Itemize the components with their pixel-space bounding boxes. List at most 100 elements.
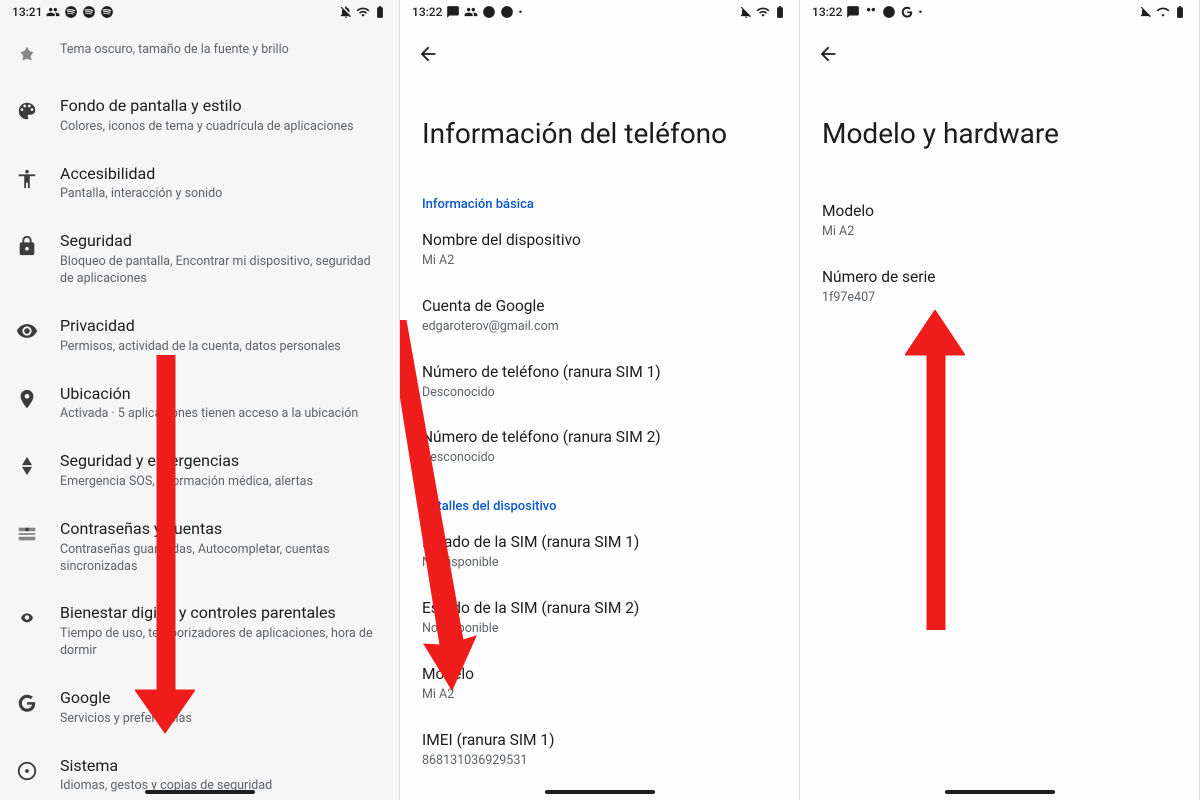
setting-display[interactable]: Tema oscuro, tamaño de la fuente y brill… [0, 26, 399, 82]
row-sub: edgaroterov@gmail.com [422, 319, 777, 336]
setting-sub: Pantalla, interacción y sonido [60, 186, 383, 203]
status-bar: 13:22 • [400, 0, 799, 24]
setting-title: Contraseñas y cuentas [60, 519, 383, 540]
status-time: 13:22 [812, 5, 842, 19]
google-icon [14, 690, 40, 716]
row-imei-1[interactable]: IMEI (ranura SIM 1) 868131036929531 [400, 718, 799, 784]
setting-privacy[interactable]: Privacidad Permisos, actividad de la cue… [0, 302, 399, 370]
row-sub: No disponible [422, 555, 777, 572]
row-sub: 1f97e407 [822, 290, 1177, 307]
back-button[interactable] [814, 40, 842, 68]
row-title: Número de serie [822, 267, 1177, 288]
passwords-icon [14, 521, 40, 547]
setting-accessibility[interactable]: Accesibilidad Pantalla, interacción y so… [0, 150, 399, 218]
row-device-name[interactable]: Nombre del dispositivo Mi A2 [400, 218, 799, 284]
setting-sub: Permisos, actividad de la cuenta, datos … [60, 339, 383, 356]
people-icon [46, 5, 60, 19]
setting-passwords[interactable]: Contraseñas y cuentas Contraseñas guarda… [0, 505, 399, 590]
location-icon [14, 386, 40, 412]
nav-handle[interactable] [945, 790, 1055, 794]
spotify-icon [100, 5, 114, 19]
setting-sub: Contraseñas guardadas, Autocompletar, cu… [60, 542, 383, 576]
section-basic-info: Información básica [400, 189, 799, 218]
setting-sub: Bloqueo de pantalla, Encontrar mi dispos… [60, 254, 383, 288]
status-time: 13:22 [412, 5, 442, 19]
spotify-icon [482, 5, 496, 19]
row-google-account[interactable]: Cuenta de Google edgaroterov@gmail.com [400, 284, 799, 350]
lock-icon [14, 233, 40, 259]
row-model[interactable]: Modelo Mi A2 [800, 189, 1199, 255]
page-title: Información del teléfono [400, 72, 799, 189]
google-icon [900, 5, 914, 19]
row-phone-1[interactable]: Número de teléfono (ranura SIM 1) Descon… [400, 350, 799, 416]
emergency-icon [14, 453, 40, 479]
notifications-off-icon [1139, 5, 1153, 19]
row-serial-number[interactable]: Número de serie 1f97e407 [800, 255, 1199, 321]
status-time: 13:21 [12, 5, 42, 19]
row-title: Estado de la SIM (ranura SIM 2) [422, 598, 777, 619]
row-title: Modelo [822, 201, 1177, 222]
row-title: Estado de la SIM (ranura SIM 1) [422, 532, 777, 553]
page-title: Modelo y hardware [800, 72, 1199, 189]
setting-title: Sistema [60, 756, 383, 777]
setting-location[interactable]: Ubicación Activada · 5 aplicaciones tien… [0, 370, 399, 438]
setting-security[interactable]: Seguridad Bloqueo de pantalla, Encontrar… [0, 217, 399, 302]
people-icon [464, 5, 478, 19]
privacy-icon [14, 318, 40, 344]
people-icon [864, 5, 878, 19]
setting-google[interactable]: Google Servicios y preferencias [0, 674, 399, 742]
palette-icon [14, 98, 40, 124]
setting-title: Privacidad [60, 316, 383, 337]
spotify-icon [64, 5, 78, 19]
row-sim-1[interactable]: Estado de la SIM (ranura SIM 1) No dispo… [400, 520, 799, 586]
setting-wallpaper[interactable]: Fondo de pantalla y estilo Colores, icon… [0, 82, 399, 150]
row-sub: Desconocido [422, 450, 777, 467]
row-sub: Mi A2 [422, 253, 777, 270]
row-sub: 868131036929531 [422, 753, 777, 770]
setting-title: Google [60, 688, 383, 709]
row-title: Modelo [422, 664, 777, 685]
row-title: Nombre del dispositivo [422, 230, 777, 251]
wellbeing-icon [14, 605, 40, 631]
system-icon [14, 758, 40, 784]
nav-handle[interactable] [545, 790, 655, 794]
chat-icon [446, 5, 460, 19]
wifi-icon [356, 5, 370, 19]
model-hardware-screen: 13:22 • [800, 0, 1200, 800]
setting-safety[interactable]: Seguridad y emergencias Emergencia SOS, … [0, 437, 399, 505]
nav-handle[interactable] [145, 790, 255, 794]
setting-wellbeing[interactable]: Bienestar digital y controles parentales… [0, 589, 399, 674]
setting-sub: Tema oscuro, tamaño de la fuente y brill… [60, 42, 383, 59]
row-sim-2[interactable]: Estado de la SIM (ranura SIM 2) No dispo… [400, 586, 799, 652]
status-bar: 13:21 [0, 0, 399, 24]
setting-sub: Activada · 5 aplicaciones tienen acceso … [60, 406, 383, 423]
spotify-icon [882, 5, 896, 19]
display-icon [14, 42, 40, 68]
setting-title: Accesibilidad [60, 164, 383, 185]
wifi-icon [756, 5, 770, 19]
row-sub: No disponible [422, 621, 777, 638]
more-icon: • [918, 7, 922, 18]
battery-icon [773, 5, 787, 19]
battery-icon [1173, 5, 1187, 19]
row-title: Número de teléfono (ranura SIM 1) [422, 362, 777, 383]
setting-title: Bienestar digital y controles parentales [60, 603, 383, 624]
row-title: Cuenta de Google [422, 296, 777, 317]
row-model[interactable]: Modelo Mi A2 [400, 652, 799, 718]
status-bar: 13:22 • [800, 0, 1199, 24]
settings-list: Tema oscuro, tamaño de la fuente y brill… [0, 24, 399, 800]
more-icon: • [518, 7, 522, 18]
wifi-icon [1156, 5, 1170, 19]
battery-icon [373, 5, 387, 19]
setting-title: Seguridad y emergencias [60, 451, 383, 472]
accessibility-icon [14, 166, 40, 192]
row-phone-2[interactable]: Número de teléfono (ranura SIM 2) Descon… [400, 415, 799, 481]
settings-main-screen: 13:21 [0, 0, 400, 800]
setting-sub: Tiempo de uso, temporizadores de aplicac… [60, 626, 383, 660]
setting-sub: Emergencia SOS, información médica, aler… [60, 474, 383, 491]
setting-title: Ubicación [60, 384, 383, 405]
about-phone-screen: 13:22 • [400, 0, 800, 800]
row-sub: Mi A2 [422, 687, 777, 704]
back-button[interactable] [414, 40, 442, 68]
setting-title: Seguridad [60, 231, 383, 252]
